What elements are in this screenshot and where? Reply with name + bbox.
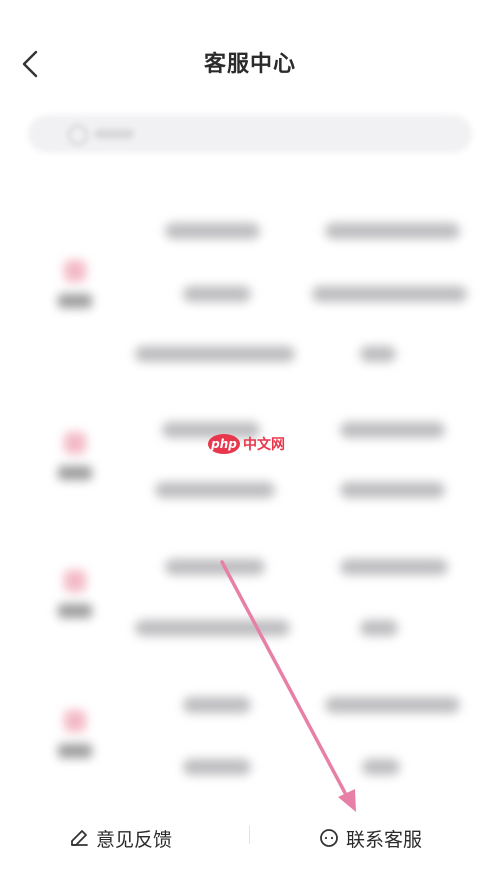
feedback-label: 意见反馈 [96, 828, 173, 851]
category-glyph-icon [64, 432, 86, 454]
faq-categories-blurred [0, 180, 500, 800]
feedback-button[interactable]: 意见反馈 [68, 820, 172, 856]
category-icon [56, 432, 92, 492]
faq-question-blurred[interactable] [340, 422, 445, 438]
faq-question-blurred[interactable] [155, 482, 275, 498]
category-label-blurred [58, 744, 92, 758]
category-glyph-icon [64, 710, 86, 732]
chat-bubble-icon [320, 829, 338, 847]
faq-question-blurred[interactable] [165, 223, 260, 239]
search-placeholder-blurred [94, 129, 134, 139]
watermark: php 中文网 [208, 432, 285, 456]
faq-question-blurred[interactable] [325, 697, 460, 713]
faq-question-blurred[interactable] [340, 559, 448, 575]
contact-service-button[interactable]: 联系客服 [318, 820, 422, 856]
category-glyph-icon [64, 570, 86, 592]
category-icon [56, 710, 92, 770]
faq-question-blurred[interactable] [183, 286, 251, 302]
search-icon [68, 125, 88, 145]
faq-question-blurred[interactable] [340, 482, 445, 498]
pencil-icon [71, 830, 88, 846]
faq-question-blurred[interactable] [183, 697, 251, 713]
watermark-logo: php [208, 434, 240, 454]
page-title: 客服中心 [203, 52, 296, 77]
faq-question-blurred[interactable] [360, 620, 398, 636]
faq-question-blurred[interactable] [183, 759, 251, 775]
category-icon [56, 570, 92, 630]
watermark-text: 中文网 [243, 437, 285, 453]
faq-question-blurred[interactable] [135, 620, 290, 636]
category-label-blurred [58, 604, 92, 618]
faq-question-blurred[interactable] [325, 223, 460, 239]
faq-question-blurred[interactable] [360, 346, 396, 362]
faq-question-blurred[interactable] [135, 346, 295, 362]
faq-question-blurred[interactable] [312, 286, 467, 302]
category-glyph-icon [64, 260, 86, 282]
bottom-action-bar: 意见反馈 联系客服 [0, 812, 500, 864]
divider [249, 826, 250, 844]
category-label-blurred [58, 294, 92, 308]
faq-question-blurred[interactable] [362, 759, 400, 775]
category-label-blurred [58, 466, 92, 480]
contact-service-label: 联系客服 [346, 828, 423, 851]
search-bar[interactable] [28, 115, 472, 153]
faq-question-blurred[interactable] [165, 559, 265, 575]
header-bar: 客服中心 [0, 0, 500, 110]
category-icon [56, 260, 92, 320]
